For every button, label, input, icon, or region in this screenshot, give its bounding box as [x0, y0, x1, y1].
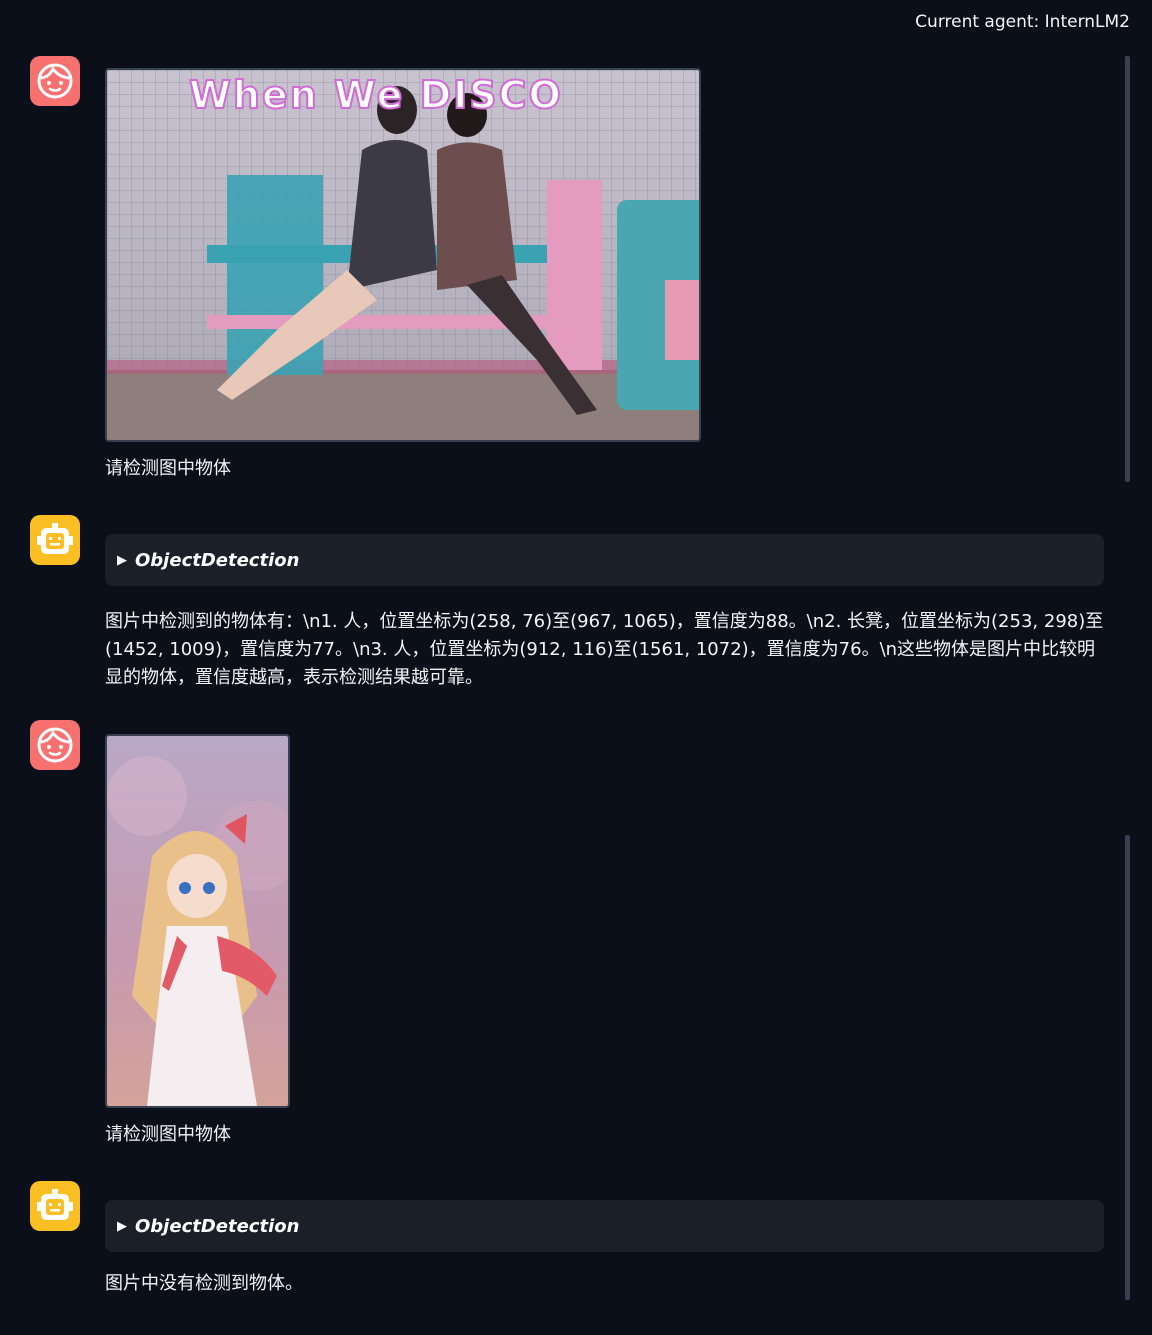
bot-avatar [30, 515, 80, 565]
image-title-text: When We DISCO [189, 73, 563, 117]
current-agent-label: Current agent: InternLM2 [915, 12, 1130, 32]
bot-message-text: 图片中没有检测到物体。 [105, 1273, 303, 1294]
scrollbar-upper[interactable] [1125, 56, 1130, 482]
bot-avatar [30, 1181, 80, 1231]
user-avatar [30, 720, 80, 770]
triangle-right-icon: ▶ [117, 1218, 127, 1234]
robot-icon [37, 1189, 73, 1220]
user-face-icon [37, 63, 73, 99]
triangle-right-icon: ▶ [117, 552, 127, 568]
uploaded-image-anime[interactable] [105, 734, 290, 1108]
tool-call-objectdetection[interactable]: ▶ ObjectDetection [105, 534, 1104, 586]
tool-name: ObjectDetection [135, 549, 300, 571]
user-avatar [30, 56, 80, 106]
bot-message-text: 图片中检测到的物体有：\n1. 人，位置坐标为(258, 76)至(967, 1… [105, 611, 1104, 688]
user-message-text: 请检测图中物体 [105, 1124, 231, 1145]
disco-photo: When We DISCO [107, 70, 699, 440]
user-face-icon [37, 727, 73, 763]
robot-icon [37, 523, 73, 554]
uploaded-image-disco[interactable]: When We DISCO [105, 68, 701, 442]
tool-call-objectdetection[interactable]: ▶ ObjectDetection [105, 1200, 1104, 1252]
anime-photo [107, 736, 288, 1106]
user-message-text: 请检测图中物体 [105, 458, 231, 479]
scrollbar-lower[interactable] [1125, 835, 1130, 1300]
tool-name: ObjectDetection [135, 1215, 300, 1237]
